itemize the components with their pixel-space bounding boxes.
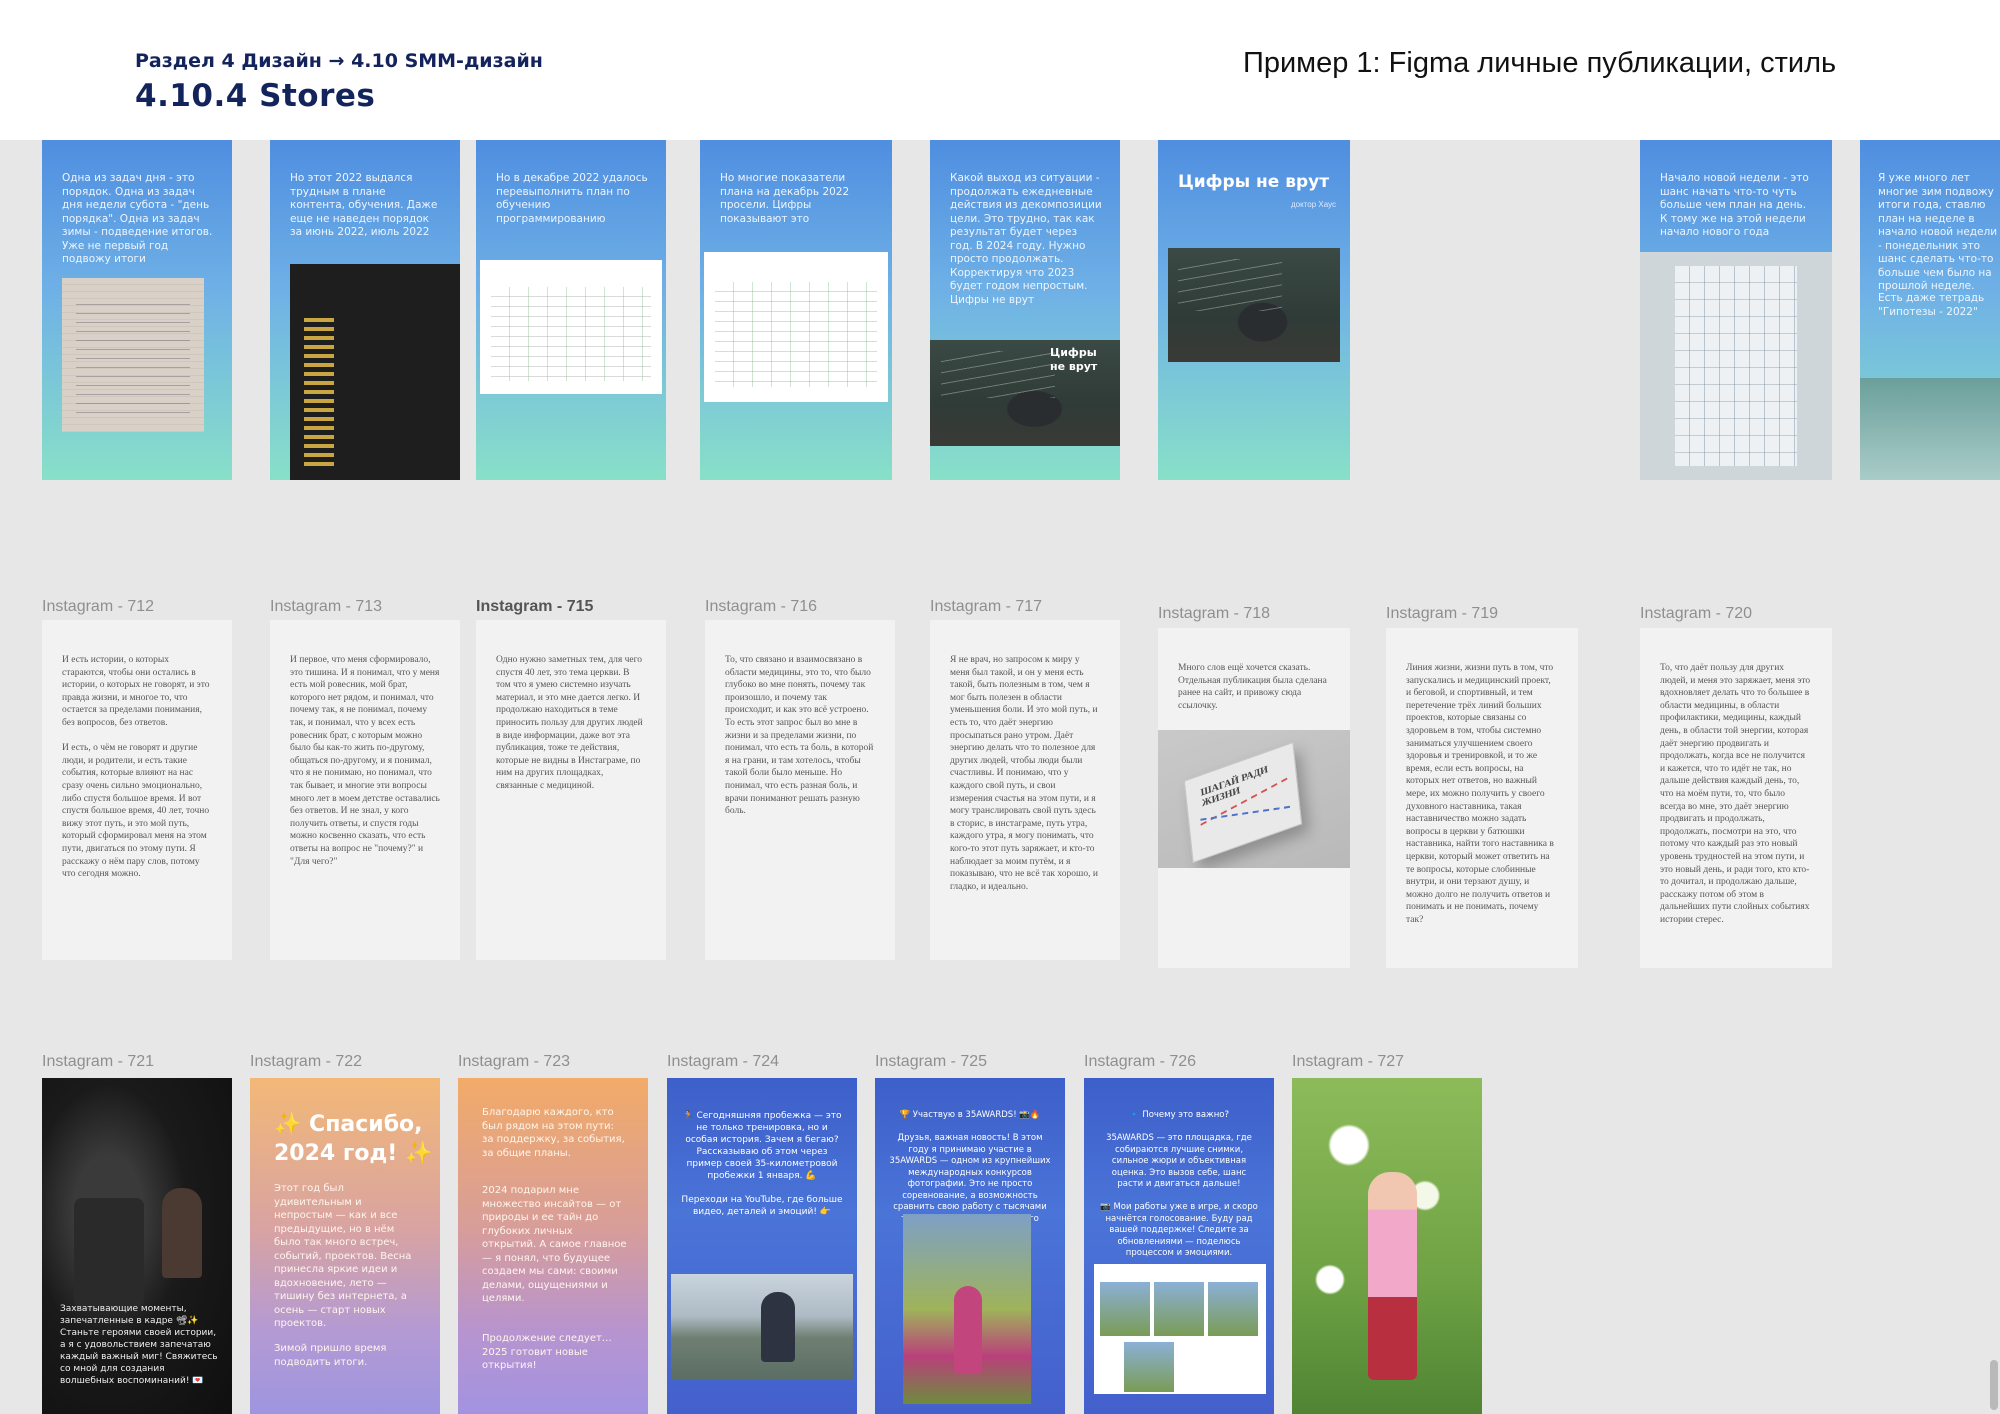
child-figure xyxy=(954,1286,983,1374)
text-frame-716[interactable]: То, что связано и взаимосвязано в област… xyxy=(705,620,895,960)
collage-tile xyxy=(1124,1342,1174,1392)
frame-label: Instagram - 722 xyxy=(250,1053,363,1070)
quote-author: доктор Хаус xyxy=(1290,200,1336,209)
photo-collage xyxy=(1094,1264,1266,1394)
runner-photo xyxy=(671,1274,853,1380)
story-caption-extra: Есть даже тетрадь "Гипотезы - 2022" xyxy=(1878,292,1985,318)
frame-label: Instagram - 727 xyxy=(1292,1053,1405,1070)
book-photo: ШАГАЙ РАДИ ЖИЗНИ xyxy=(1158,730,1350,868)
breadcrumb: Раздел 4 Дизайн → 4.10 SMM-дизайн xyxy=(135,50,543,72)
story-body: То, что даёт пользу для других людей, и … xyxy=(1660,663,1811,925)
text-frame-715[interactable]: Одно нужно заметных тем, для чего спустя… xyxy=(476,620,666,960)
frame-label: Instagram - 713 xyxy=(270,598,383,615)
lecturer-photo: Цифры не врут xyxy=(930,340,1120,446)
text-frame-717[interactable]: Я не врач, но запросом к миру у меня был… xyxy=(930,620,1120,960)
frame-label: Instagram - 719 xyxy=(1386,605,1499,622)
story-frame-7[interactable]: Начало новой недели - это шанс начать чт… xyxy=(1640,140,1832,480)
story-body: Этот год был удивительным и непростым — … xyxy=(274,1183,412,1329)
frame-label: Instagram - 724 xyxy=(667,1053,780,1070)
story-caption: Захватывающие моменты, запечатленные в к… xyxy=(60,1304,218,1386)
wall-calendar-photo xyxy=(1640,252,1832,480)
lecturer-photo xyxy=(1168,248,1340,362)
photo-overlay-text: Цифры не врут xyxy=(1050,346,1098,373)
notebook-photo xyxy=(1860,378,2000,480)
story-caption: Какой выход из ситуации - продолжать еже… xyxy=(950,172,1102,306)
notebook-photo xyxy=(62,278,204,432)
story-body: И первое, что меня сформировало, это тиш… xyxy=(290,655,440,867)
story-caption: 🔹 Почему это важно? 35AWARDS — это площа… xyxy=(1100,1110,1258,1258)
story-title: Цифры не врут xyxy=(1178,172,1330,192)
frame-label: Instagram - 725 xyxy=(875,1053,988,1070)
story-caption: Начало новой недели - это шанс начать чт… xyxy=(1660,172,1809,238)
story-frame-8[interactable]: Я уже много лет многие зим подвожу итоги… xyxy=(1860,140,2000,480)
story-body: И есть истории, о которых стараются, что… xyxy=(62,655,210,880)
slide-header: Раздел 4 Дизайн → 4.10 SMM-дизайн 4.10.4… xyxy=(0,0,2000,140)
story-body: Я не врач, но запросом к миру у меня был… xyxy=(950,655,1098,892)
frame-label: Instagram - 716 xyxy=(705,598,818,615)
text-frame-712[interactable]: И есть истории, о которых стараются, что… xyxy=(42,620,232,960)
story-caption: Я уже много лет многие зим подвожу итоги… xyxy=(1878,172,1998,292)
scrollbar-handle[interactable] xyxy=(1990,1360,1998,1410)
frame-label: Instagram - 726 xyxy=(1084,1053,1197,1070)
story-caption: Но в декабре 2022 удалось перевыполнить … xyxy=(496,172,648,225)
story-body: Одно нужно заметных тем, для чего спустя… xyxy=(496,655,643,791)
frame-label: Instagram - 721 xyxy=(42,1053,155,1070)
story-frame-726[interactable]: 🔹 Почему это важно? 35AWARDS — это площа… xyxy=(1084,1078,1274,1414)
frame-label: Instagram - 712 xyxy=(42,598,155,615)
frame-label: Instagram - 715 xyxy=(476,598,594,615)
collage-tile xyxy=(1100,1282,1150,1336)
book-cover: ШАГАЙ РАДИ ЖИЗНИ xyxy=(1183,741,1303,864)
story-frame-5[interactable]: Какой выход из ситуации - продолжать еже… xyxy=(930,140,1120,480)
camera-rig-icon xyxy=(74,1198,144,1308)
file-list-screenshot xyxy=(290,264,460,480)
text-frame-719[interactable]: Линия жизни, жизни путь в том, что запус… xyxy=(1386,628,1578,968)
route-line-blue xyxy=(1200,805,1291,821)
story-frame-723[interactable]: Благодарю каждого, кто был рядом на этом… xyxy=(458,1078,648,1414)
story-paragraph-1: Благодарю каждого, кто был рядом на этом… xyxy=(482,1107,625,1159)
text-frame-720[interactable]: То, что даёт пользу для других людей, и … xyxy=(1640,628,1832,968)
page-title: 4.10.4 Stores xyxy=(135,78,376,114)
story-frame-2[interactable]: Но этот 2022 выдался трудным в плане кон… xyxy=(270,140,460,480)
text-frame-713[interactable]: И первое, что меня сформировало, это тиш… xyxy=(270,620,460,960)
girl-figure xyxy=(1368,1172,1418,1381)
frame-label: Instagram - 720 xyxy=(1640,605,1753,622)
story-frame-722[interactable]: ✨ Спасибо, 2024 год! ✨ Этот год был удив… xyxy=(250,1078,440,1414)
frame-label: Instagram - 723 xyxy=(458,1053,571,1070)
story-frame-6[interactable]: Цифры не врут доктор Хаус xyxy=(1158,140,1350,480)
plan-table-screenshot xyxy=(704,252,888,402)
story-frame-724[interactable]: 🏃 Сегодняшняя пробежка — это не только т… xyxy=(667,1078,857,1414)
story-body: То, что связано и взаимосвязано в област… xyxy=(725,655,874,817)
story-caption: Но этот 2022 выдался трудным в плане кон… xyxy=(290,172,438,238)
story-frame-721[interactable]: Захватывающие моменты, запечатленные в к… xyxy=(42,1078,232,1414)
story-caption: 🏃 Сегодняшняя пробежка — это не только т… xyxy=(681,1111,843,1217)
runner-figure xyxy=(761,1292,795,1362)
story-frame-727[interactable] xyxy=(1292,1078,1482,1414)
story-frame-3[interactable]: Но в декабре 2022 удалось перевыполнить … xyxy=(476,140,666,480)
story-caption: Но многие показатели плана на декабрь 20… xyxy=(720,172,850,225)
story-paragraph-2: 2024 подарил мне множество инсайтов — от… xyxy=(482,1185,627,1304)
frame-label: Instagram - 718 xyxy=(1158,605,1271,622)
story-title: ✨ Спасибо, 2024 год! ✨ xyxy=(274,1112,433,1166)
collage-tile xyxy=(1208,1282,1258,1336)
text-frame-718[interactable]: Много слов ещё хочется сказать. Отдельна… xyxy=(1158,628,1350,968)
example-caption: Пример 1: Figma личные публикации, стиль xyxy=(1243,47,1837,79)
story-body: Много слов ещё хочется сказать. Отдельна… xyxy=(1178,663,1327,711)
story-caption: Одна из задач дня - это порядок. Одна из… xyxy=(62,172,213,265)
person-silhouette xyxy=(162,1188,202,1278)
story-paragraph-3: Продолжение следует… 2025 готовит новые … xyxy=(482,1333,612,1371)
story-frame-725[interactable]: 🏆 Участвую в 35AWARDS! 📸🔥 Друзья, важная… xyxy=(875,1078,1065,1414)
spreadsheet-screenshot xyxy=(480,260,662,394)
collage-tile xyxy=(1154,1282,1204,1336)
child-photo xyxy=(903,1214,1031,1404)
story-frame-4[interactable]: Но многие показатели плана на декабрь 20… xyxy=(700,140,892,480)
story-footer: Зимой пришло время подводить итоги. xyxy=(274,1343,387,1368)
story-frame-1[interactable]: Одна из задач дня - это порядок. Одна из… xyxy=(42,140,232,480)
story-body: Линия жизни, жизни путь в том, что запус… xyxy=(1406,663,1554,925)
frame-label: Instagram - 717 xyxy=(930,598,1043,615)
